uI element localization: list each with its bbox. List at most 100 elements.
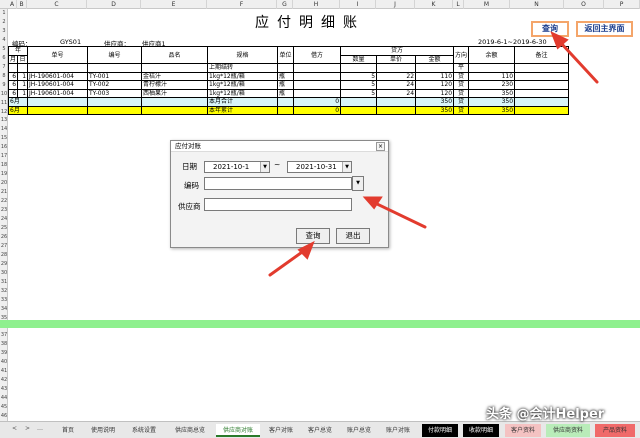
tab-supplier-reconcile[interactable]: 供应商对账 <box>216 424 260 437</box>
column-d[interactable]: D <box>87 0 141 9</box>
row-number[interactable]: 29 <box>0 260 8 269</box>
cell[interactable] <box>376 97 417 107</box>
month-total-amount[interactable]: 350 <box>415 97 455 107</box>
row-number[interactable]: 14 <box>0 125 8 134</box>
column-n[interactable]: N <box>510 0 564 9</box>
row-number[interactable]: 8 <box>0 72 8 81</box>
row-month[interactable]: 6 <box>7 80 19 90</box>
row-number[interactable]: 5 <box>0 45 8 54</box>
query-button[interactable]: 查询 <box>531 21 569 37</box>
cell[interactable] <box>277 105 295 115</box>
row-number[interactable]: 32 <box>0 287 8 296</box>
tab-receipt-detail[interactable]: 收款明细 <box>463 424 499 437</box>
year-total-month[interactable]: 6月 <box>7 105 29 115</box>
row-number[interactable]: 1 <box>0 9 8 18</box>
row-number[interactable]: 3 <box>0 27 8 36</box>
cell[interactable] <box>376 105 417 115</box>
row-doc[interactable]: JH-190601-004 <box>27 88 89 98</box>
row-number[interactable]: 25 <box>0 224 8 233</box>
year-total-label[interactable]: 本年累计 <box>207 105 279 115</box>
row-unit[interactable]: 瓶 <box>277 80 295 90</box>
row-number[interactable]: 46 <box>0 412 8 421</box>
dialog-exit-button[interactable]: 退出 <box>336 228 370 244</box>
year-total-direction[interactable]: 贷 <box>453 105 470 115</box>
chevron-down-icon[interactable]: ▼ <box>342 162 351 172</box>
row-amount[interactable]: 120 <box>415 80 455 90</box>
column-m[interactable]: M <box>464 0 510 9</box>
opening-direction[interactable]: 平 <box>453 63 470 73</box>
dialog-titlebar[interactable]: 应付对账 × <box>171 141 388 152</box>
tab-customer-overview[interactable]: 客户总览 <box>303 424 337 437</box>
cell[interactable] <box>141 63 209 73</box>
chevron-down-icon[interactable]: ▼ <box>260 162 269 172</box>
month-total-month[interactable]: 6月 <box>7 97 29 107</box>
row-number[interactable]: 18 <box>0 161 8 170</box>
row-amount[interactable]: 110 <box>415 71 455 81</box>
row-code[interactable]: TY-002 <box>87 80 143 90</box>
tab-supplier-data[interactable]: 供应商资料 <box>546 424 590 437</box>
row-spec[interactable]: 1kg*12瓶/箱 <box>207 80 279 90</box>
tab-customer-data[interactable]: 客户资料 <box>505 424 541 437</box>
row-debit[interactable] <box>293 71 342 81</box>
row-note[interactable] <box>514 88 570 98</box>
cell[interactable] <box>141 105 209 115</box>
year-total-balance[interactable]: 350 <box>468 105 516 115</box>
cell[interactable] <box>17 63 29 73</box>
row-number[interactable]: 41 <box>0 367 8 376</box>
month-total-balance[interactable]: 350 <box>468 97 516 107</box>
cell[interactable] <box>376 63 417 73</box>
cell[interactable] <box>277 63 295 73</box>
tab-account-overview[interactable]: 账户总览 <box>342 424 376 437</box>
row-number[interactable]: 11 <box>0 99 8 108</box>
cell[interactable] <box>415 63 455 73</box>
code-input[interactable] <box>204 177 352 190</box>
year-total-amount[interactable]: 350 <box>415 105 455 115</box>
column-j[interactable]: J <box>376 0 415 9</box>
row-balance[interactable]: 110 <box>468 71 516 81</box>
cell[interactable] <box>293 63 342 73</box>
row-number[interactable]: 15 <box>0 134 8 143</box>
code-dropdown-button[interactable]: ▼ <box>352 176 364 191</box>
column-k[interactable]: K <box>415 0 453 9</box>
month-total-direction[interactable]: 贷 <box>453 97 470 107</box>
row-number[interactable]: 23 <box>0 206 8 215</box>
row-direction[interactable]: 贷 <box>453 88 470 98</box>
row-month[interactable]: 6 <box>7 71 19 81</box>
row-number[interactable]: 17 <box>0 152 8 161</box>
row-balance[interactable]: 230 <box>468 80 516 90</box>
row-number[interactable]: 4 <box>0 36 8 45</box>
column-f[interactable]: F <box>207 0 277 9</box>
tab-prev[interactable]: < <box>12 425 17 432</box>
row-number[interactable]: 45 <box>0 403 8 412</box>
column-e[interactable]: E <box>141 0 207 9</box>
date-from-select[interactable]: 2021-10-1 ▼ <box>204 161 270 173</box>
tab-instructions[interactable]: 使用说明 <box>86 424 120 437</box>
row-number[interactable]: 38 <box>0 340 8 349</box>
row-price[interactable]: 24 <box>376 88 417 98</box>
row-name[interactable]: 青柠檬汁 <box>141 80 209 90</box>
row-number[interactable]: 31 <box>0 278 8 287</box>
tab-customer-reconcile[interactable]: 客户对账 <box>264 424 298 437</box>
row-number[interactable]: 20 <box>0 179 8 188</box>
row-unit[interactable]: 瓶 <box>277 71 295 81</box>
cell[interactable] <box>277 97 295 107</box>
column-h[interactable]: H <box>293 0 340 9</box>
row-number[interactable]: 7 <box>0 63 8 72</box>
row-number[interactable]: 6 <box>0 54 8 63</box>
row-code[interactable]: TY-001 <box>87 71 143 81</box>
row-code[interactable]: TY-003 <box>87 88 143 98</box>
column-i[interactable]: I <box>340 0 376 9</box>
cell[interactable] <box>87 105 143 115</box>
row-spec[interactable]: 1kg*12瓶/箱 <box>207 71 279 81</box>
column-c[interactable]: C <box>27 0 87 9</box>
row-spec[interactable]: 1kg*12瓶/箱 <box>207 88 279 98</box>
column-l[interactable]: L <box>453 0 464 9</box>
cell[interactable] <box>27 97 89 107</box>
month-total-debit[interactable]: 0 <box>293 97 342 107</box>
row-number[interactable]: 10 <box>0 90 8 99</box>
row-name[interactable]: 西柚果汁 <box>141 88 209 98</box>
tab-more[interactable]: … <box>37 425 43 432</box>
row-number[interactable]: 34 <box>0 305 8 314</box>
row-number[interactable]: 40 <box>0 358 8 367</box>
column-a[interactable]: A <box>8 0 17 9</box>
